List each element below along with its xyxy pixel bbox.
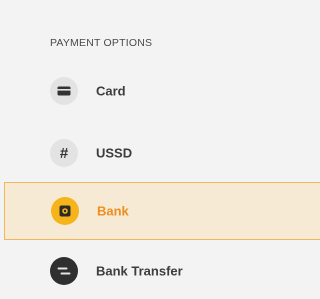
payment-options-heading: PAYMENT OPTIONS: [50, 37, 153, 49]
card-icon: [50, 77, 78, 105]
payment-option-bank[interactable]: Bank: [4, 182, 320, 240]
transfer-icon: [50, 257, 78, 285]
payment-options-panel: PAYMENT OPTIONS Card # USSD Bank Bank Tr…: [0, 0, 320, 297]
payment-option-ussd[interactable]: # USSD: [4, 125, 320, 181]
hash-icon: #: [50, 139, 78, 167]
payment-option-label: Bank Transfer: [96, 263, 183, 279]
payment-option-bank-transfer[interactable]: Bank Transfer: [4, 243, 320, 299]
payment-option-label: Bank: [97, 203, 129, 219]
payment-option-card[interactable]: Card: [4, 63, 320, 119]
bank-icon: [51, 197, 79, 225]
payment-option-label: Card: [96, 83, 126, 99]
payment-option-label: USSD: [96, 145, 133, 161]
